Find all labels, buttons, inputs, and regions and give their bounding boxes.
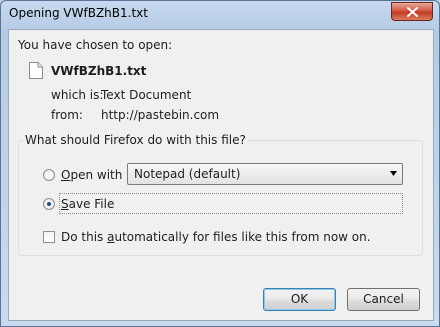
title-bar[interactable]: Opening VWfBZhB1.txt xyxy=(1,1,439,27)
file-source-label: from: xyxy=(51,108,83,122)
dialog-content: You have chosen to open: VWfBZhB1.txt wh… xyxy=(8,29,434,321)
application-select[interactable]: Notepad (default) xyxy=(127,163,403,185)
file-name: VWfBZhB1.txt xyxy=(51,64,147,78)
dropdown-arrow-icon xyxy=(390,171,397,176)
close-icon xyxy=(407,7,418,17)
save-file-label[interactable]: Save File xyxy=(61,197,114,211)
auto-action-label[interactable]: Do this automatically for files like thi… xyxy=(61,230,371,244)
open-with-radio[interactable] xyxy=(43,169,55,181)
dialog-window: Opening VWfBZhB1.txt You have chosen to … xyxy=(0,0,440,327)
window-title: Opening VWfBZhB1.txt xyxy=(9,6,148,20)
document-icon xyxy=(29,62,43,79)
file-type-value: Text Document xyxy=(101,88,192,102)
ok-button[interactable]: OK xyxy=(263,288,336,311)
close-button[interactable] xyxy=(391,2,433,21)
file-type-label: which is: xyxy=(51,88,104,102)
open-with-label[interactable]: Open with xyxy=(61,168,122,182)
auto-action-checkbox[interactable] xyxy=(43,231,55,243)
intro-text: You have chosen to open: xyxy=(18,38,173,52)
file-source-value: http://pastebin.com xyxy=(101,108,220,122)
cancel-button[interactable]: Cancel xyxy=(347,288,420,311)
action-group-legend: What should Firefox do with this file? xyxy=(23,133,248,147)
save-file-radio[interactable] xyxy=(43,198,55,210)
application-select-value: Notepad (default) xyxy=(134,167,241,181)
